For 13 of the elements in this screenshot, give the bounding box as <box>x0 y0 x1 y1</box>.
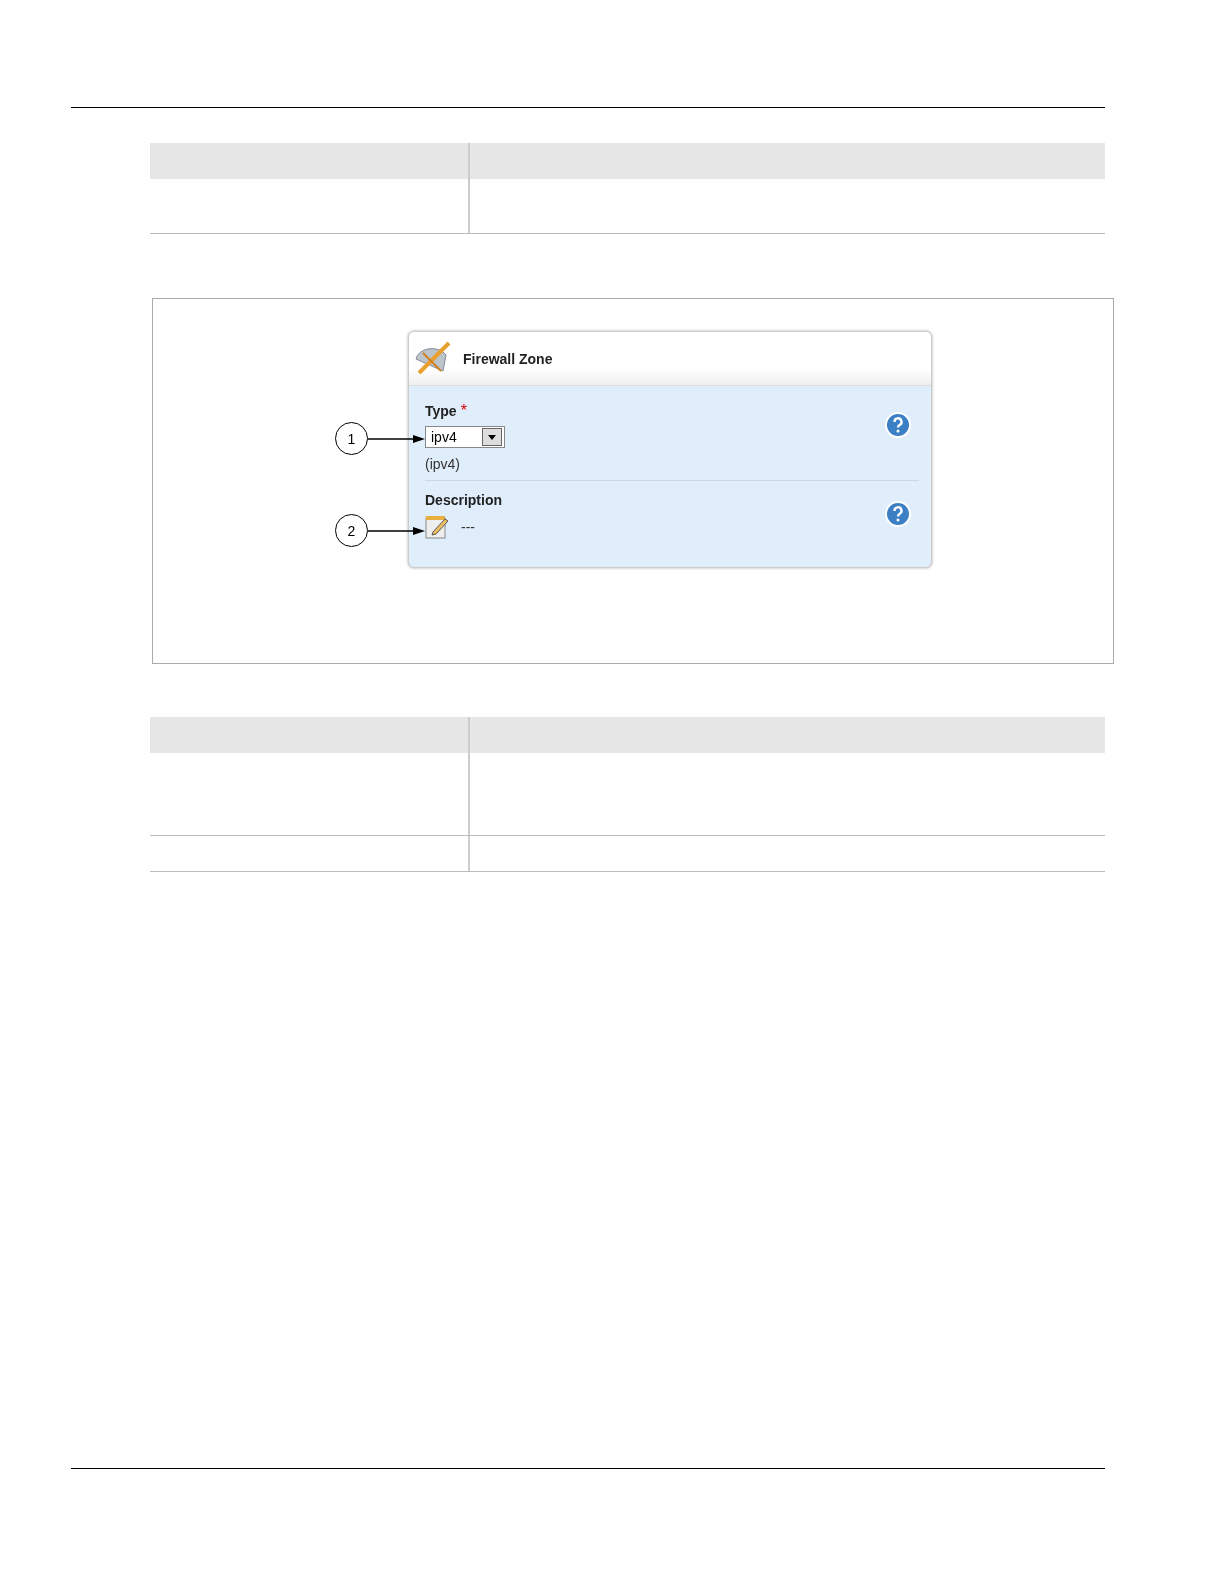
type-dropdown[interactable]: ipv4 <box>425 426 505 448</box>
help-icon[interactable] <box>885 501 911 527</box>
current-value: (ipv4) <box>425 456 461 472</box>
panel-title: Firewall Zone <box>463 350 553 367</box>
description-value: --- <box>461 519 475 535</box>
field-label: Description <box>425 492 502 508</box>
required-mark: * <box>460 402 467 419</box>
help-icon[interactable] <box>885 412 911 438</box>
notepad-edit-icon[interactable] <box>425 515 449 539</box>
arrow <box>368 525 425 536</box>
field-label: Type <box>425 403 457 419</box>
caret-icon <box>488 434 496 440</box>
arrow <box>368 433 425 444</box>
